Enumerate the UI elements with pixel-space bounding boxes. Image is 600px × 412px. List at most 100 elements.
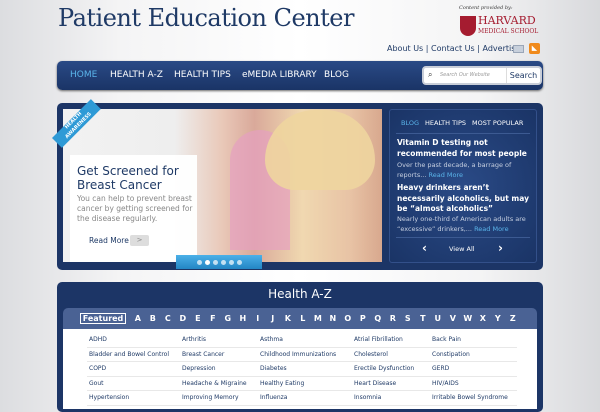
hero-image-figure	[265, 110, 375, 190]
nav-home[interactable]: HOME	[70, 70, 97, 80]
slide-dot[interactable]	[236, 259, 242, 265]
about-us-link[interactable]: About Us	[387, 44, 423, 53]
health-az-title: Health A-Z	[268, 287, 332, 301]
letter-j[interactable]: J	[265, 314, 280, 323]
read-more-link[interactable]: Read More	[429, 171, 464, 179]
topic-link[interactable]: Arthritis	[182, 336, 206, 343]
letter-a[interactable]: A	[130, 314, 145, 323]
topic-link[interactable]: Asthma	[260, 336, 283, 343]
post-title[interactable]: Vitamin D testing not recommended for mo…	[397, 138, 535, 159]
letter-c[interactable]: C	[160, 314, 175, 323]
post-title[interactable]: Heavy drinkers aren’t necessarily alcoho…	[397, 183, 535, 215]
topic-link[interactable]: Cholesterol	[354, 351, 388, 358]
topic-link[interactable]: Gout	[89, 380, 103, 387]
view-all-link[interactable]: View All	[449, 245, 475, 253]
table-row: COPD Depression Diabetes Erectile Dysfuncti…	[87, 362, 517, 377]
blog-panel: BLOG HEALTH TIPS MOST POPULAR Vitamin D …	[389, 109, 537, 263]
contact-us-link[interactable]: Contact Us	[431, 44, 475, 53]
letter-v[interactable]: V	[445, 314, 460, 323]
letter-e[interactable]: E	[190, 314, 205, 323]
letter-s[interactable]: S	[400, 314, 415, 323]
harvard-logo-text: HARVARD	[478, 14, 536, 27]
search-input[interactable]: Search Our Website	[440, 72, 490, 78]
letter-r[interactable]: R	[385, 314, 400, 323]
harvard-shield-icon	[460, 16, 476, 36]
prev-arrow-icon[interactable]: ‹	[422, 241, 427, 255]
slide-dot[interactable]	[220, 259, 226, 265]
topic-link[interactable]: GERD	[432, 365, 449, 372]
post-excerpt: Over the past decade, a barrage of repor…	[397, 161, 512, 179]
site-title[interactable]: Patient Education Center	[58, 4, 354, 32]
topic-link[interactable]: Healthy Eating	[260, 380, 304, 387]
letter-g[interactable]: G	[220, 314, 235, 323]
letter-n[interactable]: N	[325, 314, 340, 323]
topic-link[interactable]: Heart Disease	[354, 380, 396, 387]
search-button[interactable]: Search	[506, 68, 540, 83]
letter-z[interactable]: Z	[505, 314, 520, 323]
letter-w[interactable]: W	[460, 314, 475, 323]
topic-link[interactable]: ADHD	[89, 336, 107, 343]
slide-dot[interactable]	[196, 259, 202, 265]
provided-by-label: Content provided by:	[459, 5, 513, 11]
hero-title: Get Screened for Breast Cancer	[77, 164, 179, 192]
hero-read-more-link[interactable]: Read More	[89, 236, 129, 245]
slide-dot-active[interactable]	[204, 259, 210, 265]
tab-blog[interactable]: BLOG	[401, 119, 419, 127]
table-row: Gout Headache & Migraine Healthy Eating Hea…	[87, 377, 517, 391]
letter-q[interactable]: Q	[370, 314, 385, 323]
letter-f[interactable]: F	[205, 314, 220, 323]
search-form: ⌕ Search Our Website Search	[422, 66, 542, 85]
letter-t[interactable]: T	[415, 314, 430, 323]
tab-most-popular[interactable]: MOST POPULAR	[472, 119, 523, 127]
letter-k[interactable]: K	[280, 314, 295, 323]
topic-link[interactable]: Atrial Fibrillation	[354, 336, 403, 343]
post-excerpt: Nearly one-third of American adults are …	[397, 215, 526, 233]
slider-pagination	[176, 255, 262, 269]
separator: |	[425, 44, 429, 53]
letter-p[interactable]: P	[355, 314, 370, 323]
rss-icon[interactable]: ◣	[529, 43, 540, 54]
letter-u[interactable]: U	[430, 314, 445, 323]
divider	[396, 133, 530, 134]
topic-link[interactable]: Breast Cancer	[182, 351, 224, 358]
letter-h[interactable]: H	[235, 314, 250, 323]
slide-dot[interactable]	[228, 259, 234, 265]
letter-o[interactable]: O	[340, 314, 355, 323]
nav-blog[interactable]: BLOG	[324, 70, 349, 80]
letter-x[interactable]: X	[475, 314, 490, 323]
letter-b[interactable]: B	[145, 314, 160, 323]
topic-link[interactable]: Depression	[182, 365, 216, 372]
search-icon: ⌕	[428, 70, 433, 79]
table-row: Bladder and Bowel Control Breast Cancer Ch…	[87, 348, 517, 362]
letter-d[interactable]: D	[175, 314, 190, 323]
letter-bar: Featured A B C D E F G H I J K L M N O P Q R S T U V W X Y Z	[63, 308, 537, 329]
topic-link[interactable]: Bladder and Bowel Control	[89, 351, 169, 358]
table-row: ADHD Arthritis Asthma Atrial Fibrillation Ba…	[87, 333, 517, 348]
topic-list: ADHD Arthritis Asthma Atrial Fibrillation Ba…	[63, 329, 537, 409]
topic-link[interactable]: Erectile Dysfunction	[354, 365, 414, 372]
letter-i[interactable]: I	[250, 314, 265, 323]
letter-featured[interactable]: Featured	[79, 313, 127, 324]
separator: |	[477, 44, 480, 53]
letter-l[interactable]: L	[295, 314, 310, 323]
nav-emedia-library[interactable]: eMEDIA LIBRARY	[242, 70, 317, 80]
topic-link[interactable]: Childhood Immunizations	[260, 351, 336, 358]
read-more-link[interactable]: Read More	[474, 225, 509, 233]
letter-y[interactable]: Y	[490, 314, 505, 323]
table-row: Hypertension Improving Memory Influenza Ins…	[87, 391, 517, 406]
top-links: About Us | Contact Us | Advertise	[387, 44, 520, 53]
nav-health-a-z[interactable]: HEALTH A-Z	[110, 70, 163, 80]
topic-link[interactable]: Headache & Migraine	[182, 380, 247, 387]
next-arrow-icon[interactable]: ›	[498, 241, 503, 255]
topic-link[interactable]: COPD	[89, 365, 106, 372]
hero-read-more-arrow-button[interactable]: >	[130, 235, 149, 246]
topic-link[interactable]: HIV/AIDS	[432, 380, 459, 387]
tab-health-tips[interactable]: HEALTH TIPS	[425, 119, 466, 127]
topic-link[interactable]: Diabetes	[260, 365, 287, 372]
nav-health-tips[interactable]: HEALTH TIPS	[174, 70, 231, 80]
topic-link[interactable]: Constipation	[432, 351, 470, 358]
letter-m[interactable]: M	[310, 314, 325, 323]
slide-dot[interactable]	[212, 259, 218, 265]
topic-link[interactable]: Back Pain	[432, 336, 461, 343]
email-icon[interactable]	[513, 45, 524, 53]
